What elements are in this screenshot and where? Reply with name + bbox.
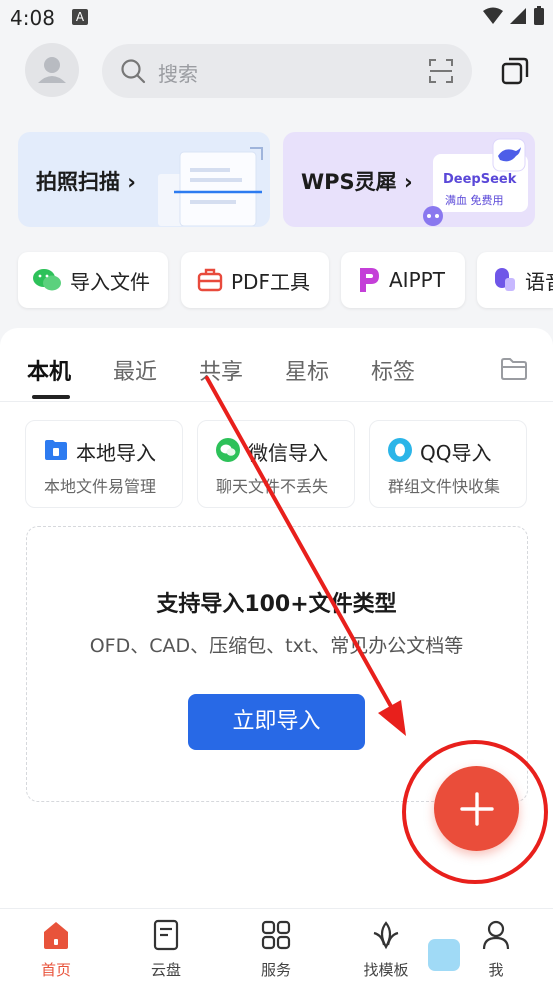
scan-banner-label: 拍照扫描 › [36, 170, 136, 194]
chip-label: PDF工具 [231, 269, 310, 294]
wps-banner-label: WPS灵犀 › [301, 170, 413, 194]
import-title: QQ导入 [420, 441, 492, 465]
import-subtitle: 本地文件易管理 [44, 477, 157, 496]
deepseek-badge-line2: 满血 免费用 [445, 194, 504, 207]
import-subtitle: 群组文件快收集 [388, 477, 501, 496]
home-icon [44, 922, 68, 949]
signal-icon [510, 8, 526, 24]
nav-cloud[interactable]: 云盘 [126, 909, 206, 985]
nav-services[interactable]: 服务 [236, 909, 316, 985]
import-title: 本地导入 [76, 441, 156, 465]
chip-aippt[interactable]: AIPPT [341, 252, 465, 308]
tab-indicator [32, 395, 70, 399]
search-placeholder: 搜索 [158, 62, 198, 86]
grid-icon [261, 920, 291, 950]
leaf-icon [373, 921, 399, 950]
nav-templates[interactable]: 找模板 [346, 909, 426, 985]
nav-me[interactable]: 我 [456, 909, 536, 985]
wps-lingxi-banner[interactable]: WPS灵犀 › DeepSeek 满血 免费用 [283, 132, 535, 227]
wechat-circle-icon [216, 438, 240, 462]
robot-icon [423, 206, 443, 226]
nav-label: 云盘 [150, 961, 181, 979]
bottom-navigation: 首页 云盘 服务 找模板 我 [0, 908, 553, 985]
chip-import-file[interactable]: 导入文件 [18, 252, 168, 308]
aippt-icon [360, 268, 379, 292]
user-icon [38, 57, 66, 83]
nav-home[interactable]: 首页 [16, 909, 96, 985]
status-time: 4:08 [10, 6, 55, 30]
status-bar: 4:08 A [0, 0, 553, 38]
local-import-card[interactable]: 本地导入 本地文件易管理 [25, 420, 183, 508]
tab-local[interactable]: 本机 [27, 354, 71, 386]
chip-label: AIPPT [389, 268, 445, 292]
toolbox-icon [197, 268, 223, 292]
tab-recent[interactable]: 最近 [113, 354, 157, 386]
battery-icon [534, 6, 544, 25]
local-folder-icon [45, 440, 67, 460]
deepseek-badge-line1: DeepSeek [443, 172, 517, 187]
whale-icon [492, 138, 526, 172]
tab-tags[interactable]: 标签 [371, 354, 415, 386]
import-now-button[interactable]: 立即导入 [188, 694, 365, 750]
scan-banner[interactable]: 拍照扫描 › [18, 132, 270, 227]
watermark-logo [428, 939, 460, 971]
qq-import-card[interactable]: QQ导入 群组文件快收集 [369, 420, 527, 508]
empty-state-title: 支持导入100+文件类型 [156, 592, 397, 617]
nav-label: 我 [488, 961, 504, 979]
scan-icon[interactable] [428, 58, 454, 84]
chip-pdf-tools[interactable]: PDF工具 [181, 252, 329, 308]
tab-starred[interactable]: 星标 [285, 354, 329, 386]
import-dropzone [26, 526, 528, 802]
import-title: 微信导入 [248, 441, 328, 465]
wechat-icon [33, 269, 61, 291]
import-subtitle: 聊天文件不丢失 [216, 477, 329, 496]
nav-label: 服务 [260, 961, 291, 979]
voice-icon [495, 268, 515, 291]
nav-label: 找模板 [363, 961, 409, 979]
person-icon [482, 920, 510, 950]
tab-divider [0, 401, 553, 402]
avatar[interactable] [25, 43, 79, 97]
nav-label: 首页 [40, 961, 71, 979]
chip-label: 语音 [525, 269, 553, 294]
empty-state-subtitle: OFD、CAD、压缩包、txt、常见办公文档等 [89, 635, 464, 657]
notification-icon: A [72, 9, 88, 25]
plus-icon [460, 792, 494, 826]
document-scan-icon [158, 147, 263, 226]
search-bar[interactable]: 搜索 [102, 44, 472, 98]
qq-icon [388, 438, 412, 462]
wechat-import-card[interactable]: 微信导入 聊天文件不丢失 [197, 420, 355, 508]
tab-shared[interactable]: 共享 [199, 354, 243, 386]
chip-voice[interactable]: 语音 [477, 252, 553, 308]
chip-label: 导入文件 [70, 269, 150, 294]
add-fab-button[interactable] [434, 766, 519, 851]
folder-icon[interactable] [500, 357, 528, 381]
cloud-doc-icon [153, 919, 179, 951]
wifi-icon [483, 7, 503, 24]
status-icons [483, 6, 545, 26]
search-icon [121, 59, 146, 84]
multiwindow-icon[interactable] [500, 56, 530, 86]
